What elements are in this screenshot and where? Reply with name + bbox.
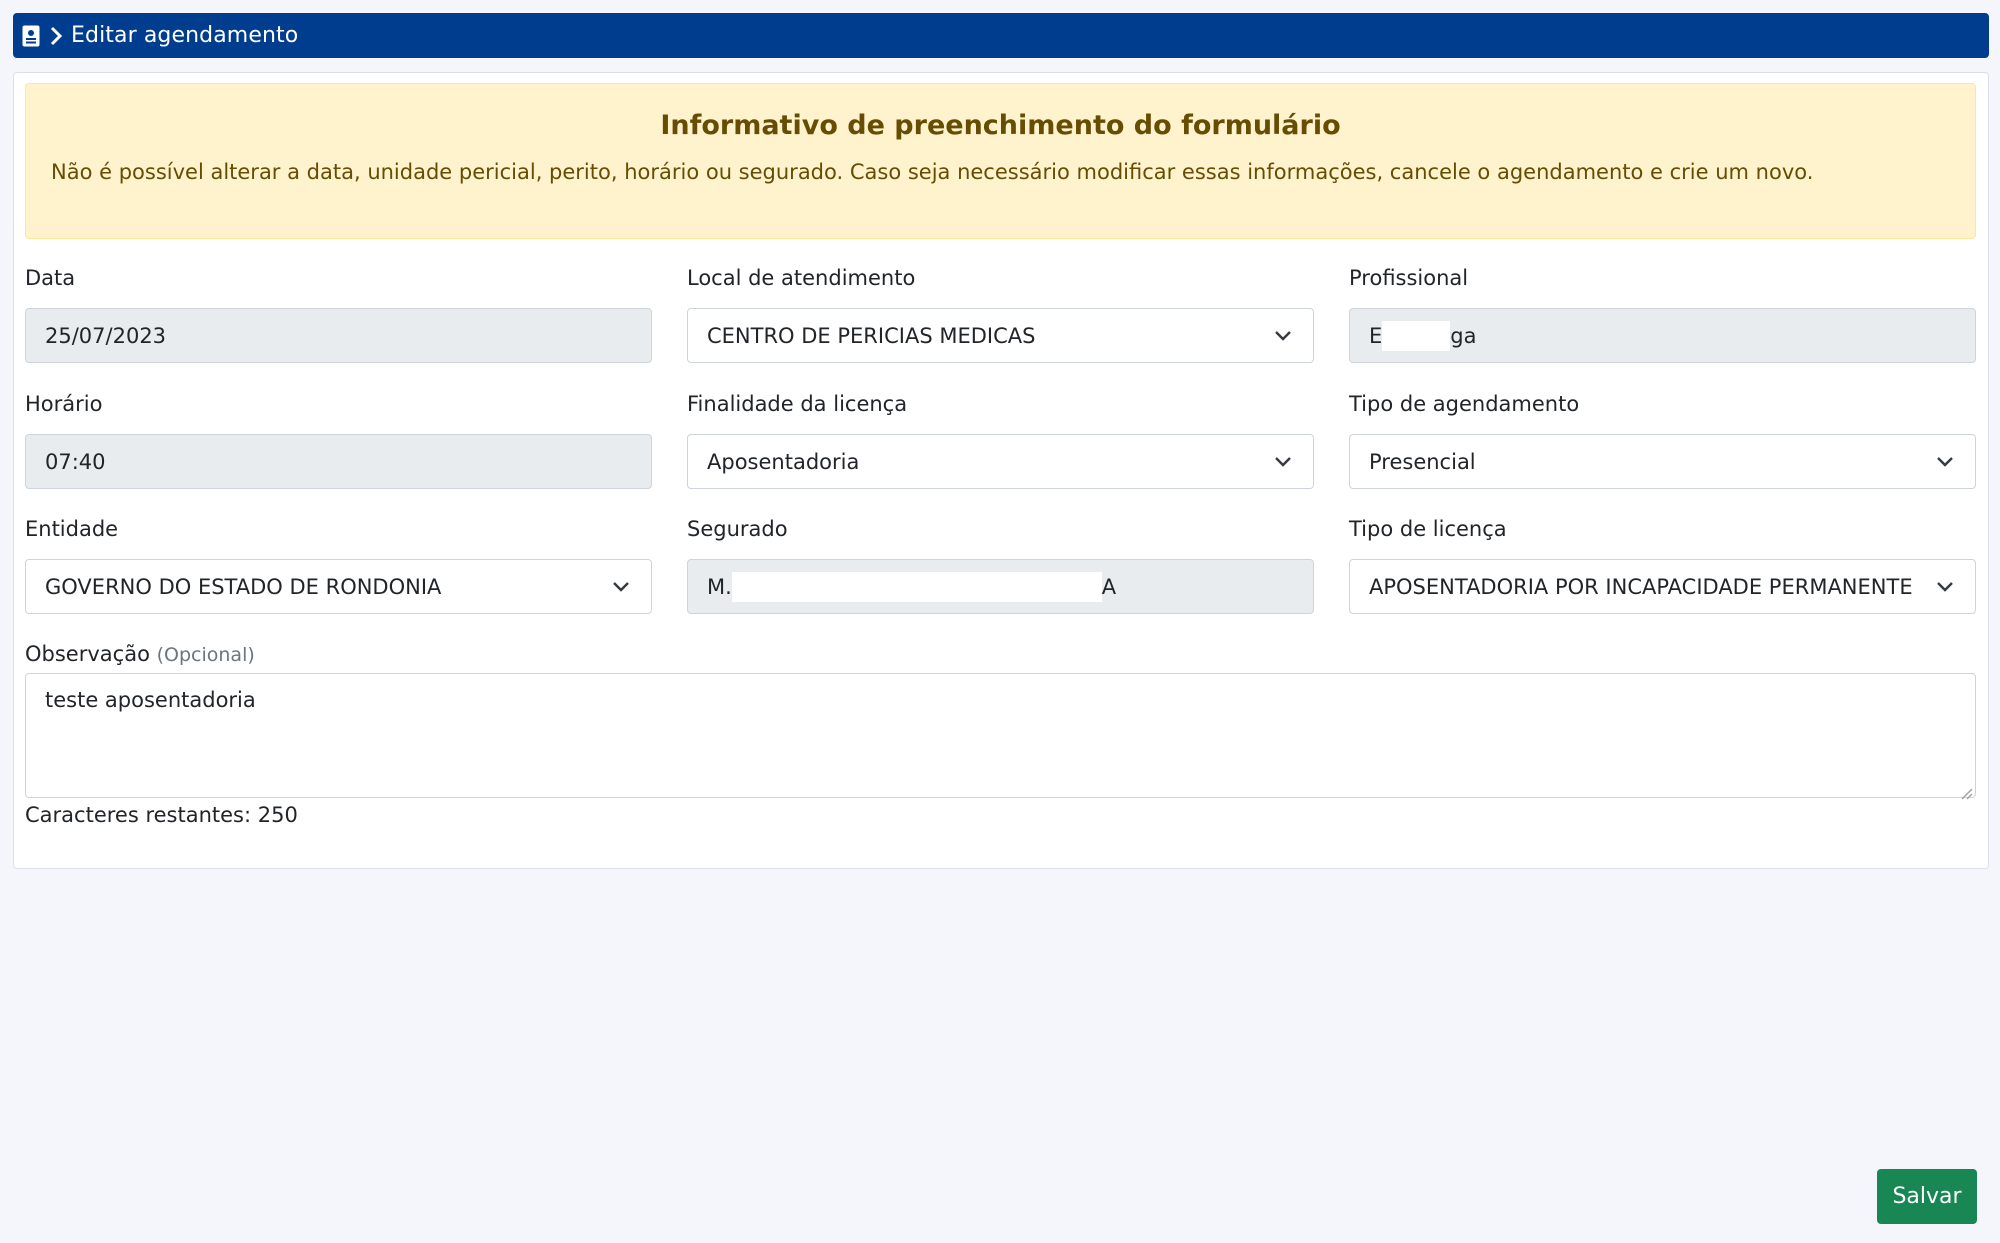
local-label: Local de atendimento (687, 266, 916, 290)
horario-label: Horário (25, 392, 103, 416)
tipo-licenca-label: Tipo de licença (1349, 517, 1507, 541)
save-button[interactable]: Salvar (1877, 1169, 1977, 1224)
tipo-agendamento-select[interactable]: Presencial (1349, 434, 1976, 489)
profissional-value-end: ga (1450, 323, 1477, 348)
alert-title: Informativo de preenchimento do formulár… (660, 110, 1341, 141)
page-title: Editar agendamento (71, 23, 299, 48)
chevron-down-icon (1935, 577, 1955, 597)
local-select[interactable]: CENTRO DE PERICIAS MEDICAS (687, 308, 1314, 363)
profissional-value-start: E (1369, 323, 1383, 348)
optional-hint: (Opcional) (156, 644, 255, 666)
finalidade-label: Finalidade da licença (687, 392, 908, 416)
horario-field: 07:40 (25, 434, 652, 489)
observacao-label-text: Observação (25, 642, 150, 666)
tipo-licenca-select[interactable]: APOSENTADORIA POR INCAPACIDADE PERMANENT… (1349, 559, 1976, 614)
observacao-textarea[interactable]: teste aposentadoria (25, 673, 1976, 800)
chevron-down-icon (1935, 452, 1955, 472)
tipo-licenca-value: APOSENTADORIA POR INCAPACIDADE PERMANENT… (1369, 574, 1913, 599)
segurado-field: M. A (687, 559, 1314, 614)
redacted-area (731, 571, 1102, 602)
id-card-icon (19, 23, 43, 49)
data-field: 25/07/2023 (25, 308, 652, 363)
profissional-field: E ga (1349, 308, 1976, 363)
alert-text: Não é possível alterar a data, unidade p… (51, 160, 1814, 184)
chevron-right-icon (45, 23, 67, 49)
segurado-value-start: M. (707, 574, 732, 599)
tipo-agendamento-label: Tipo de agendamento (1349, 392, 1580, 416)
segurado-value-end: A (1101, 574, 1117, 599)
char-counter: Caracteres restantes: 250 (25, 803, 298, 827)
chevron-down-icon (1273, 452, 1293, 472)
profissional-label: Profissional (1349, 266, 1469, 290)
entidade-value: GOVERNO DO ESTADO DE RONDONIA (45, 574, 442, 599)
horario-value: 07:40 (45, 449, 106, 474)
finalidade-select[interactable]: Aposentadoria (687, 434, 1314, 489)
entidade-select[interactable]: GOVERNO DO ESTADO DE RONDONIA (25, 559, 652, 614)
data-label: Data (25, 266, 76, 290)
observacao-label: Observação (Opcional) (25, 642, 255, 666)
segurado-label: Segurado (687, 517, 788, 541)
entidade-label: Entidade (25, 517, 119, 541)
page-header-bar: Editar agendamento (13, 13, 1989, 58)
info-alert: Informativo de preenchimento do formulár… (25, 83, 1976, 239)
finalidade-value: Aposentadoria (707, 449, 860, 474)
chevron-down-icon (1273, 326, 1293, 346)
local-value: CENTRO DE PERICIAS MEDICAS (707, 323, 1036, 348)
chevron-down-icon (611, 577, 631, 597)
tipo-agendamento-value: Presencial (1369, 449, 1476, 474)
observacao-value: teste aposentadoria (45, 688, 256, 712)
resize-handle-icon[interactable] (1959, 781, 1973, 800)
data-value: 25/07/2023 (45, 323, 167, 348)
redacted-area (1382, 320, 1451, 351)
